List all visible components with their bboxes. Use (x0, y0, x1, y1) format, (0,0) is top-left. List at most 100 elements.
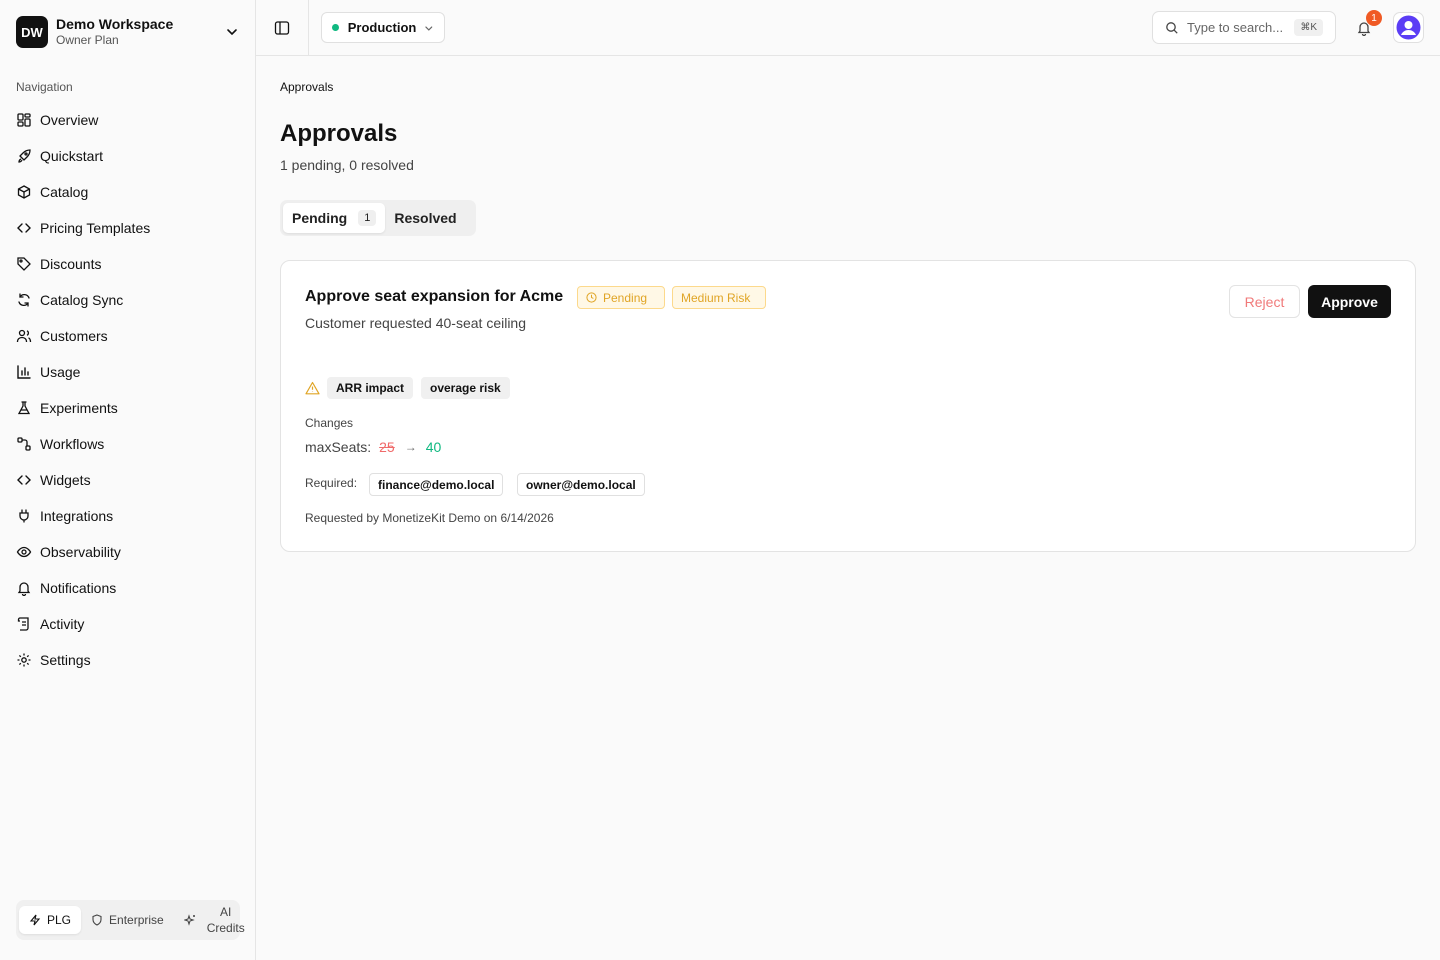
sidebar-item-label: Quickstart (40, 148, 104, 164)
tab-label: Pending (292, 210, 348, 226)
sidebar-item-label: Notifications (40, 580, 117, 596)
tab-label: Resolved (394, 210, 457, 226)
code-icon (17, 475, 31, 485)
sidebar-item-customers[interactable]: Customers (8, 318, 248, 354)
sidebar-item-label: Settings (40, 652, 91, 668)
sidebar-item-label: Observability (40, 544, 121, 560)
sidebar-item-label: Activity (40, 616, 85, 632)
page-subtitle: 1 pending, 0 resolved (280, 157, 414, 173)
nav-title: Navigation (16, 80, 73, 94)
workspace-switcher[interactable]: DW Demo Workspace Owner Plan (16, 16, 240, 48)
rocket-icon (18, 149, 31, 163)
required-label: Required: (305, 476, 358, 490)
sidebar-item-catalog-sync[interactable]: Catalog Sync (8, 282, 248, 318)
approval-card: Approve seat expansion for Acme Pending … (280, 260, 1416, 552)
sidebar-item-label: Pricing Templates (40, 220, 151, 236)
grid-icon (17, 113, 31, 127)
approve-button[interactable]: Approve (1308, 285, 1391, 318)
sidebar-item-usage[interactable]: Usage (8, 354, 248, 390)
sidebar-item-overview[interactable]: Overview (8, 102, 248, 138)
workspace-plan: Owner Plan (56, 33, 119, 47)
environment-selector[interactable]: Production (321, 12, 445, 43)
refresh-icon (18, 293, 30, 307)
search-input[interactable]: Type to search... ⌘K (1152, 11, 1336, 44)
requested-by: Requested by MonetizeKit Demo on 6/14/20… (305, 511, 554, 525)
sidebar-item-label: Catalog (40, 184, 89, 200)
sidebar-toggle-button[interactable] (256, 0, 309, 55)
plan-switcher: PLG Enterprise AI Credits (16, 900, 245, 940)
breadcrumb[interactable]: Approvals (280, 80, 333, 94)
flask-icon (17, 401, 31, 415)
change-field: maxSeats: (305, 439, 372, 455)
sidebar-item-experiments[interactable]: Experiments (8, 390, 248, 426)
workflow-icon (17, 437, 31, 451)
sidebar-item-settings[interactable]: Settings (8, 642, 248, 678)
sidebar-item-widgets[interactable]: Widgets (8, 462, 248, 498)
plan-option-label: AI Credits (206, 905, 245, 935)
required-approver-chip: owner@demo.local (517, 473, 645, 496)
user-avatar-icon (1396, 15, 1421, 40)
impact-tag: ARR impact (327, 377, 414, 399)
scroll-icon (17, 617, 29, 631)
chevron-down-icon (425, 25, 433, 31)
approval-title: Approve seat expansion for Acme (305, 288, 564, 305)
plan-option-enterprise[interactable]: Enterprise (81, 906, 174, 934)
bar-chart-icon (17, 365, 31, 379)
reject-button[interactable]: Reject (1229, 285, 1300, 318)
topbar: Production Type to search... ⌘K 1 (256, 0, 1440, 56)
arrow-right-icon: → (404, 440, 417, 454)
plan-option-plg[interactable]: PLG (19, 906, 82, 934)
sidebar-item-label: Overview (40, 112, 99, 128)
tab-pending[interactable]: Pending 1 (283, 203, 386, 233)
plan-option-label: PLG (47, 913, 72, 927)
change-row: maxSeats: 25 → 40 (305, 439, 441, 455)
environment-label: Production (347, 20, 417, 35)
change-old-value: 25 (379, 439, 395, 455)
avatar[interactable] (1393, 12, 1424, 43)
sidebar-item-label: Discounts (40, 256, 102, 272)
changes-label: Changes (305, 416, 354, 430)
notification-count-badge: 1 (1366, 10, 1382, 26)
tag-icon (17, 257, 31, 271)
chevron-down-icon (227, 29, 237, 36)
approval-description: Customer requested 40-seat ceiling (305, 315, 527, 331)
change-new-value: 40 (425, 439, 442, 455)
tab-count-badge: 1 (358, 210, 377, 226)
sidebar-item-quickstart[interactable]: Quickstart (8, 138, 248, 174)
sidebar-item-activity[interactable]: Activity (8, 606, 248, 642)
plan-option-ai-credits[interactable]: AI Credits (174, 905, 250, 935)
sidebar-item-label: Widgets (40, 472, 91, 488)
sidebar-toggle-icon (274, 20, 290, 35)
plan-option-label: Enterprise (109, 913, 164, 927)
zap-icon (29, 914, 41, 926)
search-shortcut: ⌘K (1294, 19, 1323, 36)
sidebar-item-pricing-templates[interactable]: Pricing Templates (8, 210, 248, 246)
sidebar-item-label: Catalog Sync (40, 292, 124, 308)
sidebar-item-label: Usage (40, 364, 81, 380)
sparkles-icon (183, 914, 195, 926)
clock-icon (586, 292, 597, 303)
sidebar-item-discounts[interactable]: Discounts (8, 246, 248, 282)
sidebar-item-notifications[interactable]: Notifications (8, 570, 248, 606)
risk-badge: Medium Risk (672, 286, 766, 309)
eye-icon (16, 546, 32, 558)
warning-icon (305, 381, 320, 395)
sidebar-nav: Overview Quickstart Catalog Pricing Temp… (8, 102, 248, 678)
shield-icon (92, 914, 102, 926)
sidebar-item-observability[interactable]: Observability (8, 534, 248, 570)
sidebar-item-workflows[interactable]: Workflows (8, 426, 248, 462)
tab-resolved[interactable]: Resolved (385, 203, 465, 233)
sidebar-item-label: Workflows (40, 436, 105, 452)
code-icon (17, 223, 31, 233)
sidebar-item-catalog[interactable]: Catalog (8, 174, 248, 210)
approval-tabs: Pending 1 Resolved (280, 200, 476, 236)
sidebar: DW Demo Workspace Owner Plan Navigation … (0, 0, 256, 960)
sidebar-item-label: Integrations (40, 508, 114, 524)
sidebar-item-integrations[interactable]: Integrations (8, 498, 248, 534)
workspace-logo: DW (16, 16, 48, 48)
bell-icon (17, 582, 31, 596)
gear-icon (17, 653, 31, 667)
required-approver-chip: finance@demo.local (369, 473, 504, 496)
box-icon (17, 185, 31, 199)
status-badge: Pending (577, 286, 665, 309)
